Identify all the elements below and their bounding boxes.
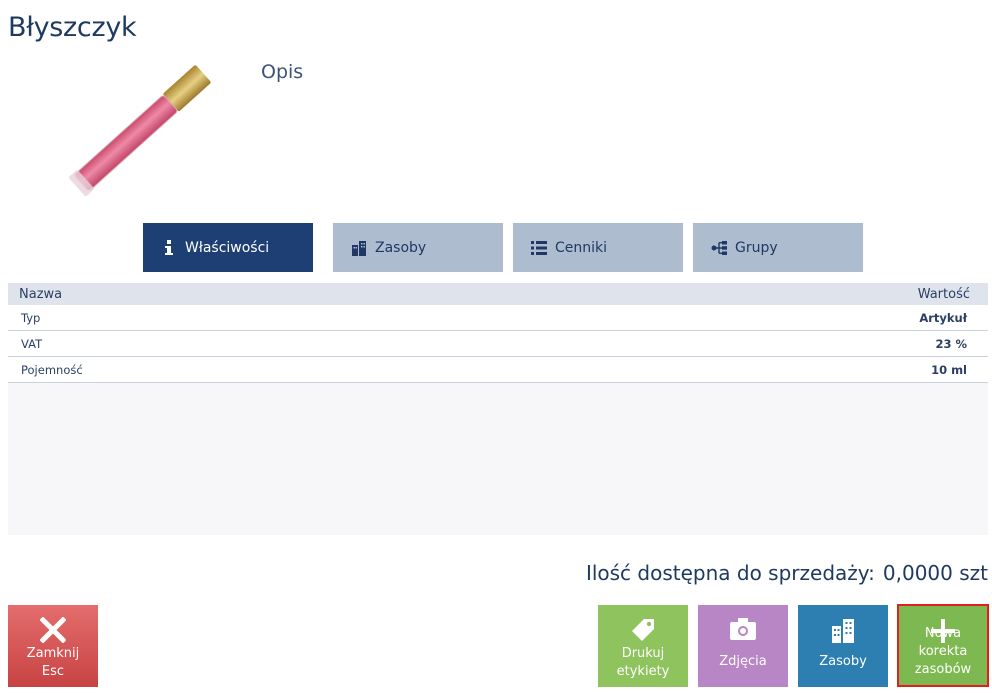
tag-icon [598,617,688,643]
row-name: Pojemność [21,362,83,377]
plus-icon [899,618,987,644]
close-button[interactable]: Zamknij Esc [8,605,98,687]
print-labels-button[interactable]: Drukuj etykiety [598,605,688,687]
row-name: Typ [21,310,41,325]
close-icon [8,617,98,643]
camera-icon [698,617,788,641]
row-value: 23 % [935,336,967,351]
tab-stock-label: Zasoby [375,239,427,256]
availability-value: 0,0000 szt [882,561,988,585]
availability-label: Ilość dostępna do sprzedaży: [585,561,875,585]
photos-label: Zdjęcia [719,654,767,669]
row-value: Artykuł [919,310,967,325]
tab-price-lists-label: Cenniki [555,239,608,256]
table-row[interactable]: Pojemność 10 ml [8,357,988,383]
availability-summary: Ilość dostępna do sprzedaży: 0,0000 szt [586,561,988,585]
tab-price-lists[interactable]: Cenniki [513,223,683,272]
print-labels-line1: Drukuj [621,646,665,661]
table-row[interactable]: Typ Artykuł [8,305,988,331]
print-labels-line2: etykiety [616,664,670,679]
description-label: Opis [261,61,304,83]
photos-button[interactable]: Zdjęcia [698,605,788,687]
close-button-label: Zamknij [26,646,80,661]
tab-groups-label: Grupy [735,239,778,256]
stock-button[interactable]: Zasoby [798,605,888,687]
buildings-icon [351,240,367,256]
row-name: VAT [21,336,43,351]
page-title: Błyszczyk [8,12,137,43]
row-value: 10 ml [931,362,967,377]
list-icon [531,240,547,256]
table-row[interactable]: VAT 23 % [8,331,988,357]
tab-properties[interactable]: Właściwości [143,223,313,272]
info-icon [161,239,177,256]
stock-button-label: Zasoby [819,654,867,669]
close-button-shortcut: Esc [41,664,65,679]
tab-stock[interactable]: Zasoby [333,223,503,272]
product-image [30,55,225,215]
new-correction-line2: zasobów [914,662,972,677]
new-stock-correction-button[interactable]: Nowa korekta zasobów [897,604,989,687]
tab-properties-label: Właściwości [185,239,270,256]
properties-table: Nazwa Wartość Typ Artykuł VAT 23 % Pojem… [8,283,988,535]
buildings-icon [798,617,888,643]
tab-groups[interactable]: Grupy [693,223,863,272]
hierarchy-icon [711,240,727,256]
table-header: Nazwa Wartość [8,283,988,305]
column-header-name: Nazwa [19,286,63,302]
column-header-value: Wartość [917,286,970,302]
